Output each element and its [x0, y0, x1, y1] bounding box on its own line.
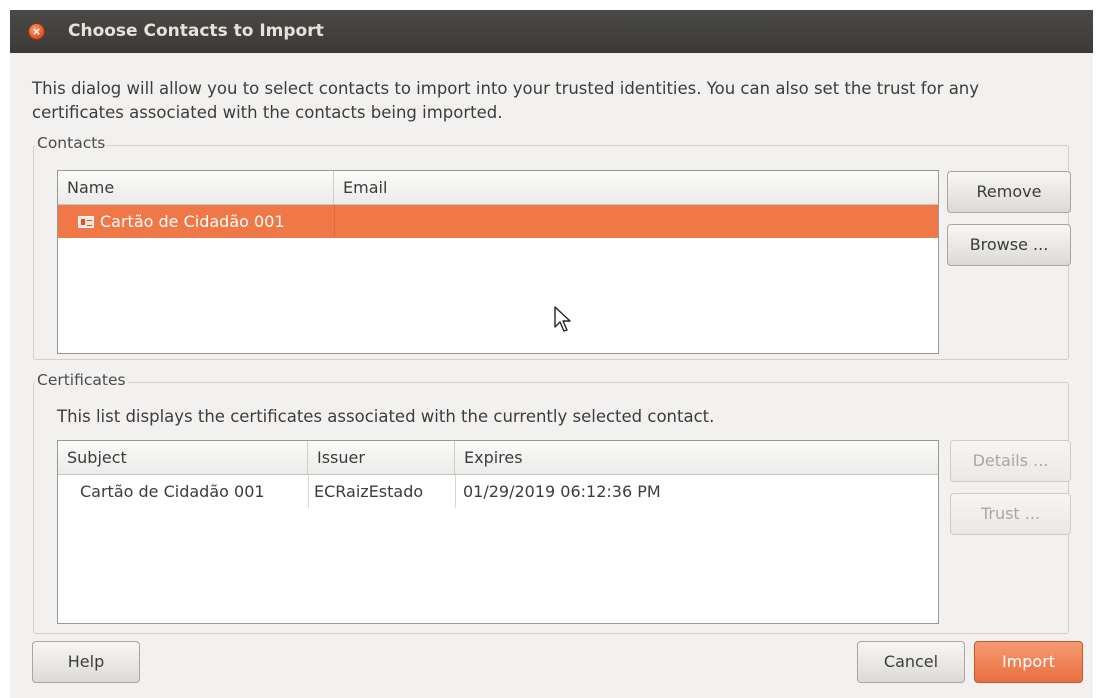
certificate-issuer: ECRaizEstado [314, 482, 424, 501]
choose-contacts-dialog: × Choose Contacts to Import This dialog … [10, 10, 1093, 698]
remove-button[interactable]: Remove [947, 171, 1071, 213]
column-separator [334, 205, 335, 238]
certificates-section-label: Certificates [35, 371, 128, 389]
details-button[interactable]: Details ... [950, 440, 1071, 482]
contacts-list-header: Name Email [58, 171, 938, 205]
trust-button[interactable]: Trust ... [950, 493, 1071, 535]
column-header-expires[interactable]: Expires [455, 441, 938, 475]
certificates-list[interactable]: Subject Issuer Expires Cartão de Cidadão… [57, 440, 939, 624]
mouse-cursor-icon [554, 306, 571, 332]
contact-card-icon [78, 216, 94, 228]
certificate-expires: 01/29/2019 06:12:36 PM [463, 482, 661, 501]
close-icon[interactable]: × [28, 23, 45, 40]
dialog-title: Choose Contacts to Import [68, 21, 324, 41]
title-bar: × Choose Contacts to Import [10, 10, 1093, 53]
import-button[interactable]: Import [974, 641, 1083, 683]
contacts-section-label: Contacts [35, 134, 108, 152]
certificate-row[interactable]: Cartão de Cidadão 001 ECRaizEstado 01/29… [58, 475, 938, 508]
column-separator [308, 475, 309, 508]
certificates-list-header: Subject Issuer Expires [58, 441, 938, 475]
contact-name: Cartão de Cidadão 001 [100, 212, 285, 231]
certificate-subject: Cartão de Cidadão 001 [80, 482, 265, 501]
column-header-issuer[interactable]: Issuer [308, 441, 455, 475]
browse-button[interactable]: Browse ... [947, 224, 1071, 266]
column-header-email[interactable]: Email [334, 171, 938, 205]
column-separator [455, 475, 456, 508]
help-button[interactable]: Help [32, 641, 140, 683]
column-header-name[interactable]: Name [58, 171, 334, 205]
contacts-list[interactable]: Name Email Cartão de Cidadão 001 [57, 170, 939, 354]
column-header-subject[interactable]: Subject [58, 441, 308, 475]
contact-name-cell: Cartão de Cidadão 001 [78, 205, 285, 238]
contact-row[interactable]: Cartão de Cidadão 001 [58, 205, 938, 238]
cancel-button[interactable]: Cancel [857, 641, 965, 683]
certificates-description: This list displays the certificates asso… [57, 407, 715, 426]
dialog-description: This dialog will allow you to select con… [32, 79, 980, 122]
